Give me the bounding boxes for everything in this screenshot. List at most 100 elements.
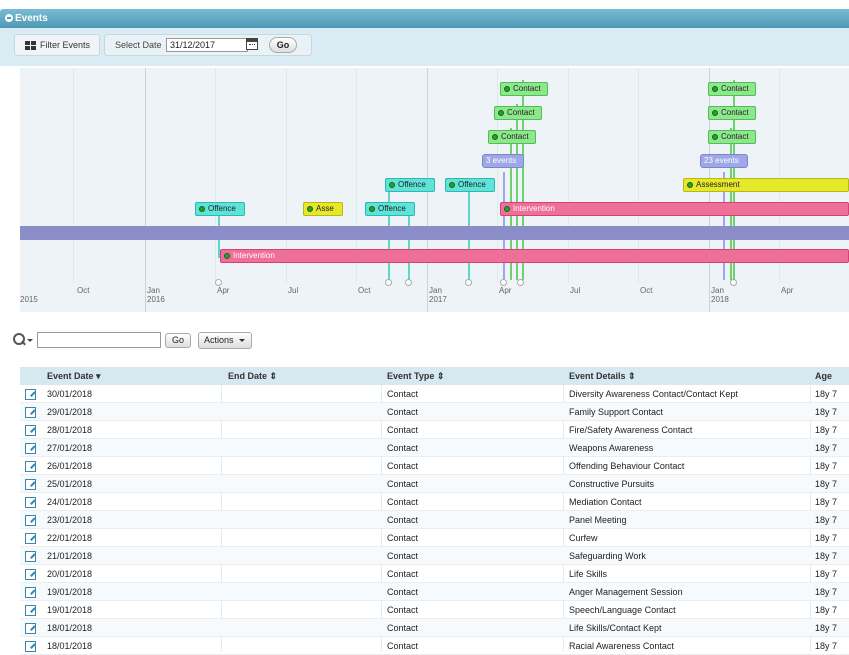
timeline-event-cluster[interactable]: 3 events [482, 154, 524, 168]
edit-icon[interactable] [25, 533, 36, 544]
timeline-marker [215, 279, 222, 286]
table-row[interactable]: 23/01/2018 Contact Panel Meeting 18y 7 [20, 511, 849, 529]
status-dot-icon [389, 182, 395, 188]
calendar-icon[interactable] [246, 38, 258, 50]
tick-year-label: 2017 [429, 295, 447, 304]
timeline-event-assessment[interactable]: Asse [303, 202, 343, 216]
timeline-event-contact[interactable]: Contact [708, 82, 756, 96]
table-row[interactable]: 27/01/2018 Contact Weapons Awareness 18y 7 [20, 439, 849, 457]
tick-label: Oct [640, 286, 653, 295]
cell-age: 18y 7 [815, 623, 838, 633]
cell-event-date: 23/01/2018 [47, 515, 93, 525]
edit-icon[interactable] [25, 623, 36, 634]
status-dot-icon [712, 86, 718, 92]
table-row[interactable]: 30/01/2018 Contact Diversity Awareness Con… [20, 385, 849, 403]
table-row[interactable]: 24/01/2018 Contact Mediation Contact 18y 7 [20, 493, 849, 511]
cell-age: 18y 7 [815, 551, 838, 561]
cell-event-type: Contact [387, 605, 419, 615]
col-header-event-details[interactable]: Event Details ⇕ [569, 367, 636, 385]
events-timeline[interactable]: Offence Asse Offence Offence Offence 3 e… [20, 68, 849, 312]
table-row[interactable]: 25/01/2018 Contact Constructive Pursuits 18… [20, 475, 849, 493]
actions-button[interactable]: Actions [198, 332, 252, 349]
cell-event-type: Contact [387, 443, 419, 453]
timeline-event-cluster[interactable]: 23 events [700, 154, 748, 168]
timeline-event-offence[interactable]: Offence [445, 178, 495, 192]
cell-age: 18y 7 [815, 515, 838, 525]
table-row[interactable]: 21/01/2018 Contact Safeguarding Work 18y 7 [20, 547, 849, 565]
table-row[interactable]: 22/01/2018 Contact Curfew 18y 7 [20, 529, 849, 547]
cell-event-type: Contact [387, 497, 419, 507]
status-dot-icon [504, 86, 510, 92]
cell-event-date: 30/01/2018 [47, 389, 93, 399]
edit-icon[interactable] [25, 569, 36, 580]
chevron-down-icon[interactable] [27, 339, 33, 342]
table-row[interactable]: 18/01/2018 Contact Racial Awareness Contac… [20, 637, 849, 655]
timeline-event-contact[interactable]: Contact [488, 130, 536, 144]
event-label: Offence [398, 180, 426, 189]
edit-icon[interactable] [25, 461, 36, 472]
table-header: Event Date ▾ End Date ⇕ Event Type ⇕ Eve… [20, 367, 849, 385]
cell-event-type: Contact [387, 515, 419, 525]
table-row[interactable]: 18/01/2018 Contact Life Skills/Contact Kep… [20, 619, 849, 637]
cell-event-date: 27/01/2018 [47, 443, 93, 453]
timeline-event-contact[interactable]: Contact [708, 106, 756, 120]
table-row[interactable]: 29/01/2018 Contact Family Support Contact 1… [20, 403, 849, 421]
timeline-event-contact[interactable]: Contact [494, 106, 542, 120]
col-header-age[interactable]: Age [815, 367, 832, 385]
timeline-event-intervention[interactable]: Intervention [500, 202, 849, 216]
event-label: Offence [208, 204, 236, 213]
cell-age: 18y 7 [815, 443, 838, 453]
event-label: Contact [721, 108, 749, 117]
edit-icon[interactable] [25, 515, 36, 526]
cell-event-date: 19/01/2018 [47, 605, 93, 615]
col-header-event-date[interactable]: Event Date ▾ [47, 367, 101, 385]
cell-age: 18y 7 [815, 605, 838, 615]
table-row[interactable]: 19/01/2018 Contact Anger Management Sessio… [20, 583, 849, 601]
date-go-button[interactable]: Go [269, 37, 297, 53]
edit-icon[interactable] [25, 641, 36, 652]
filter-events-button[interactable]: Filter Events [14, 34, 100, 56]
table-row[interactable]: 19/01/2018 Contact Speech/Language Contact… [20, 601, 849, 619]
timeline-event-contact[interactable]: Contact [708, 130, 756, 144]
edit-icon[interactable] [25, 479, 36, 490]
tick-label: Jan [147, 286, 160, 295]
cell-event-date: 18/01/2018 [47, 623, 93, 633]
edit-icon[interactable] [25, 389, 36, 400]
timeline-event-offence[interactable]: Offence [195, 202, 245, 216]
edit-icon[interactable] [25, 551, 36, 562]
search-icon[interactable] [13, 333, 26, 346]
edit-icon[interactable] [25, 587, 36, 598]
timeline-event-offence[interactable]: Offence [365, 202, 415, 216]
edit-icon[interactable] [25, 443, 36, 454]
timeline-marker [500, 279, 507, 286]
status-dot-icon [369, 206, 375, 212]
col-header-end-date[interactable]: End Date ⇕ [228, 367, 277, 385]
search-go-button[interactable]: Go [165, 333, 191, 348]
col-header-event-type[interactable]: Event Type ⇕ [387, 367, 444, 385]
search-input[interactable] [37, 332, 161, 348]
timeline-event-intervention[interactable]: Intervention [220, 249, 849, 263]
cell-age: 18y 7 [815, 479, 838, 489]
event-label: Offence [458, 180, 486, 189]
timeline-event-contact[interactable]: Contact [500, 82, 548, 96]
table-row[interactable]: 26/01/2018 Contact Offending Behaviour Con… [20, 457, 849, 475]
cell-event-date: 29/01/2018 [47, 407, 93, 417]
edit-icon[interactable] [25, 425, 36, 436]
cell-age: 18y 7 [815, 425, 838, 435]
cell-event-type: Contact [387, 425, 419, 435]
timeline-event-offence[interactable]: Offence [385, 178, 435, 192]
cell-event-date: 18/01/2018 [47, 641, 93, 651]
date-field[interactable]: 31/12/2017 [166, 38, 248, 52]
cell-age: 18y 7 [815, 389, 838, 399]
edit-icon[interactable] [25, 407, 36, 418]
edit-icon[interactable] [25, 605, 36, 616]
edit-icon[interactable] [25, 497, 36, 508]
timeline-event-assessment[interactable]: Assessment [683, 178, 849, 192]
table-row[interactable]: 20/01/2018 Contact Life Skills 18y 7 [20, 565, 849, 583]
table-row[interactable]: 28/01/2018 Contact Fire/Safety Awareness C… [20, 421, 849, 439]
collapse-icon[interactable] [5, 14, 13, 22]
cell-age: 18y 7 [815, 533, 838, 543]
tick-label: Apr [499, 286, 512, 295]
event-label: Contact [507, 108, 535, 117]
status-dot-icon [498, 110, 504, 116]
